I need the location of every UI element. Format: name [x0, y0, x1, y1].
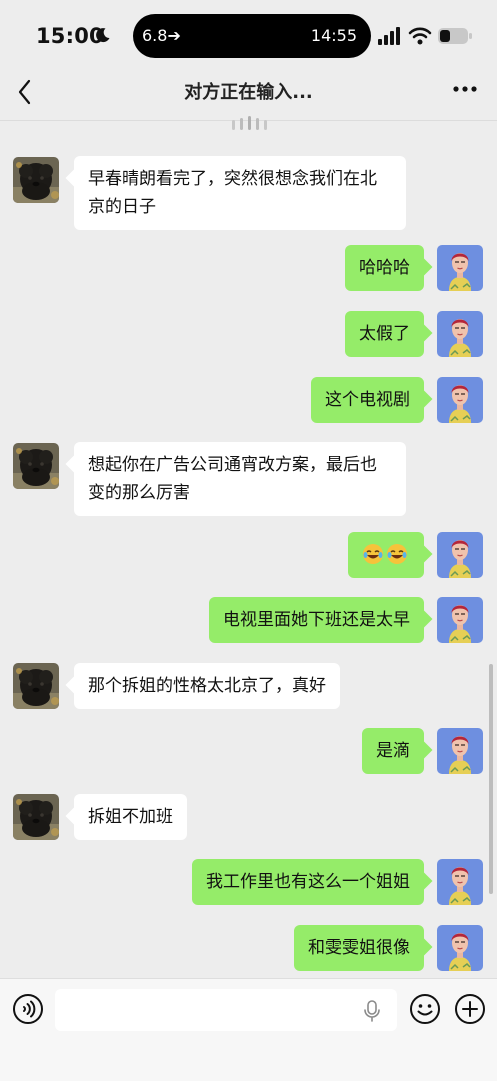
message-bubble-outgoing[interactable]: 我工作里也有这么一个姐姐	[192, 859, 424, 905]
contact-avatar[interactable]	[13, 794, 59, 840]
status-time: 15:00	[36, 24, 104, 48]
message-bubble-incoming[interactable]: 早春晴朗看完了，突然很想念我们在北京的日子	[74, 156, 406, 230]
message-input[interactable]	[55, 989, 397, 1031]
chat-title: 对方正在输入...	[184, 82, 313, 103]
dynamic-island: 6.8➔ 14:55	[133, 14, 371, 58]
self-avatar[interactable]	[437, 925, 483, 971]
self-avatar[interactable]	[437, 377, 483, 423]
wifi-icon	[408, 27, 432, 45]
self-avatar[interactable]	[437, 311, 483, 357]
contact-avatar[interactable]	[13, 157, 59, 203]
scrollbar[interactable]	[489, 664, 493, 894]
message-bubble-incoming[interactable]: 拆姐不加班	[74, 794, 187, 840]
message-bubble-outgoing[interactable]: 是滴	[362, 728, 424, 774]
message-bubble-incoming[interactable]: 那个拆姐的性格太北京了，真好	[74, 663, 340, 709]
message-bubble-outgoing[interactable]: 太假了	[345, 311, 424, 357]
microphone-icon[interactable]	[363, 1000, 381, 1022]
status-bar: 15:00 6.8➔ 14:55	[0, 0, 497, 72]
self-avatar[interactable]	[437, 532, 483, 578]
message-bubble-outgoing[interactable]	[348, 532, 424, 578]
self-avatar[interactable]	[437, 859, 483, 905]
pull-indicator-icon	[232, 116, 267, 130]
voice-icon[interactable]	[12, 993, 44, 1025]
message-bubble-outgoing[interactable]: 和雯雯姐很像	[294, 925, 424, 971]
signal-icon	[378, 27, 400, 45]
message-bubble-outgoing[interactable]: 电视里面她下班还是太早	[209, 597, 424, 643]
island-right-text: 14:55	[310, 26, 357, 45]
self-avatar[interactable]	[437, 728, 483, 774]
input-bar	[0, 978, 497, 1081]
battery-icon	[438, 28, 472, 44]
laughing-crying-emoji-icon	[362, 543, 384, 565]
message-bubble-outgoing[interactable]: 这个电视剧	[311, 377, 424, 423]
message-bubble-outgoing[interactable]: 哈哈哈	[345, 245, 424, 291]
laughing-crying-emoji-icon	[386, 543, 408, 565]
chat-header: 对方正在输入...	[0, 72, 497, 120]
message-bubble-incoming[interactable]: 想起你在广告公司通宵改方案，最后也变的那么厉害	[74, 442, 406, 516]
plus-icon[interactable]	[454, 993, 486, 1025]
moon-icon	[96, 28, 110, 43]
emoji-icon[interactable]	[409, 993, 441, 1025]
self-avatar[interactable]	[437, 245, 483, 291]
island-left-text: 6.8➔	[142, 26, 181, 45]
contact-avatar[interactable]	[13, 663, 59, 709]
more-icon[interactable]	[452, 84, 478, 94]
self-avatar[interactable]	[437, 597, 483, 643]
contact-avatar[interactable]	[13, 443, 59, 489]
